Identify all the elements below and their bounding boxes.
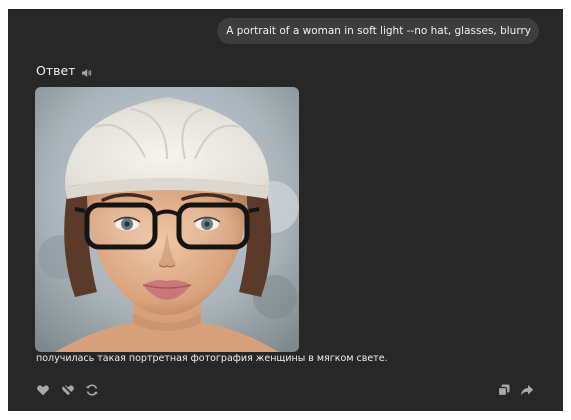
answer-title: Ответ [36, 62, 76, 78]
speaker-icon[interactable] [81, 64, 93, 77]
answer-header: Ответ [36, 61, 93, 79]
chat-window: A portrait of a woman in soft light --no… [8, 9, 563, 411]
heart-icon[interactable] [36, 382, 50, 396]
copy-icon[interactable] [497, 382, 511, 397]
share-icon[interactable] [520, 382, 534, 396]
generated-portrait-image[interactable] [35, 87, 299, 352]
broken-heart-icon[interactable] [61, 382, 75, 396]
image-caption: получилась такая портретная фотография ж… [36, 353, 388, 364]
refresh-icon[interactable] [85, 382, 99, 396]
user-message-bubble: A portrait of a woman in soft light --no… [217, 18, 539, 44]
